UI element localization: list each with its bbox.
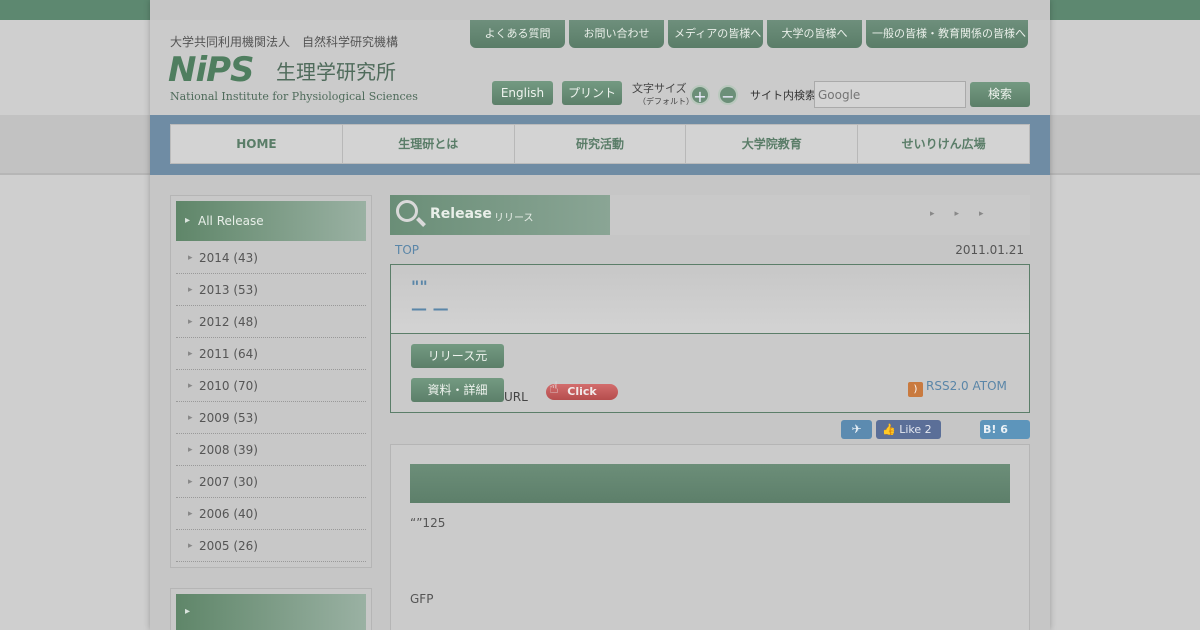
search-input[interactable] bbox=[814, 81, 966, 108]
tab-general[interactable]: 一般の皆様・教育関係の皆様へ bbox=[866, 20, 1028, 48]
main-nav: HOME 生理研とは 研究活動 大学院教育 せいりけん広場 bbox=[170, 124, 1030, 164]
sidebar-item-2014[interactable]: 2014 (43) bbox=[176, 242, 366, 274]
top-tabs: よくある質問 お問い合わせ メディアの皆様へ 大学の皆様へ 一般の皆様・教育関係… bbox=[470, 20, 1028, 49]
facebook-like-button[interactable]: 👍 Like 2 bbox=[876, 420, 941, 439]
release-subheadline: — — bbox=[411, 299, 449, 318]
sidebar-item-2009[interactable]: 2009 (53) bbox=[176, 402, 366, 434]
url-label: URL bbox=[504, 390, 528, 404]
rss-label: RSS2.0 ATOM bbox=[926, 379, 1007, 393]
tab-media[interactable]: メディアの皆様へ bbox=[668, 20, 763, 48]
nav-graduate[interactable]: 大学院教育 bbox=[686, 125, 859, 163]
pager-arrows-icon[interactable]: ▸▸▸ bbox=[930, 209, 1004, 219]
rss-icon: ) bbox=[908, 382, 923, 397]
org-name: 大学共同利用機関法人 自然科学研究機構 bbox=[170, 35, 399, 49]
release-date: 2011.01.21 bbox=[955, 243, 1024, 257]
release-title-jp: リリース bbox=[494, 213, 534, 224]
release-body-header bbox=[410, 464, 1010, 503]
sidebar-year-list: 2014 (43) 2013 (53) 2012 (48) 2011 (64) … bbox=[176, 242, 366, 562]
sidebar-item-2010[interactable]: 2010 (70) bbox=[176, 370, 366, 402]
font-size-label: 文字サイズ bbox=[632, 82, 687, 95]
tab-faq[interactable]: よくある質問 bbox=[470, 20, 565, 48]
sidebar-item-2007[interactable]: 2007 (30) bbox=[176, 466, 366, 498]
release-body-text-1: “”125 bbox=[410, 516, 446, 530]
release-headline: "" bbox=[411, 277, 428, 296]
sidebar-item-2008[interactable]: 2008 (39) bbox=[176, 434, 366, 466]
institute-name-en: National Institute for Physiological Sci… bbox=[170, 90, 418, 103]
font-size-default[interactable]: （デフォルト） bbox=[638, 96, 694, 107]
search-button[interactable]: 検索 bbox=[970, 82, 1030, 107]
breadcrumb-top[interactable]: TOP bbox=[395, 243, 419, 257]
hatena-bookmark-button[interactable]: B! 6 bbox=[980, 420, 1030, 439]
release-title-en: Release bbox=[430, 206, 492, 222]
page-container: 大学共同利用機関法人 自然科学研究機構 NiPS 生理学研究所 National… bbox=[150, 0, 1050, 630]
release-source-button[interactable]: リリース元 bbox=[411, 344, 504, 368]
sidebar-archive: All Release 2014 (43) 2013 (53) 2012 (48… bbox=[170, 195, 372, 568]
sidebar-item-2011[interactable]: 2011 (64) bbox=[176, 338, 366, 370]
release-detail-button[interactable]: 資料・詳細 bbox=[411, 378, 504, 402]
release-body: “”125 GFP bbox=[390, 444, 1030, 630]
font-plus-icon[interactable]: + bbox=[690, 85, 710, 106]
release-title-area: "" — — bbox=[391, 265, 1029, 334]
font-minus-icon[interactable]: − bbox=[718, 85, 738, 106]
sidebar-item-2006[interactable]: 2006 (40) bbox=[176, 498, 366, 530]
twitter-icon: ✈ bbox=[851, 422, 862, 436]
release-header: Release リリース ▸▸▸ bbox=[390, 195, 1030, 235]
english-button[interactable]: English bbox=[492, 81, 553, 105]
sidebar-item-2005[interactable]: 2005 (26) bbox=[176, 530, 366, 562]
facebook-like-label: Like 2 bbox=[899, 423, 932, 436]
magnifier-icon bbox=[396, 200, 418, 222]
sidebar-second-box bbox=[170, 588, 372, 630]
release-body-text-2: GFP bbox=[410, 592, 434, 606]
nips-logo[interactable]: NiPS bbox=[168, 50, 255, 90]
tab-university[interactable]: 大学の皆様へ bbox=[767, 20, 862, 48]
nav-plaza[interactable]: せいりけん広場 bbox=[858, 125, 1029, 163]
nav-about[interactable]: 生理研とは bbox=[343, 125, 515, 163]
thumbs-up-icon: 👍 bbox=[882, 423, 896, 436]
nav-research[interactable]: 研究活動 bbox=[515, 125, 687, 163]
tab-contact[interactable]: お問い合わせ bbox=[569, 20, 664, 48]
release-tab: Release リリース bbox=[390, 195, 610, 235]
nav-home[interactable]: HOME bbox=[171, 125, 343, 163]
sidebar-second-header[interactable] bbox=[176, 594, 366, 630]
rss-link[interactable]: ) RSS2.0 ATOM bbox=[908, 379, 1007, 397]
institute-name-jp[interactable]: 生理学研究所 bbox=[276, 56, 396, 85]
sidebar-item-2013[interactable]: 2013 (53) bbox=[176, 274, 366, 306]
sidebar-item-2012[interactable]: 2012 (48) bbox=[176, 306, 366, 338]
sidebar-item-all-release[interactable]: All Release bbox=[176, 201, 366, 241]
print-button[interactable]: プリント bbox=[562, 81, 622, 105]
site-search-label: サイト内検索 bbox=[750, 89, 816, 102]
hand-pointer-icon: ☝ bbox=[549, 378, 559, 397]
twitter-button[interactable]: ✈ bbox=[841, 420, 872, 439]
